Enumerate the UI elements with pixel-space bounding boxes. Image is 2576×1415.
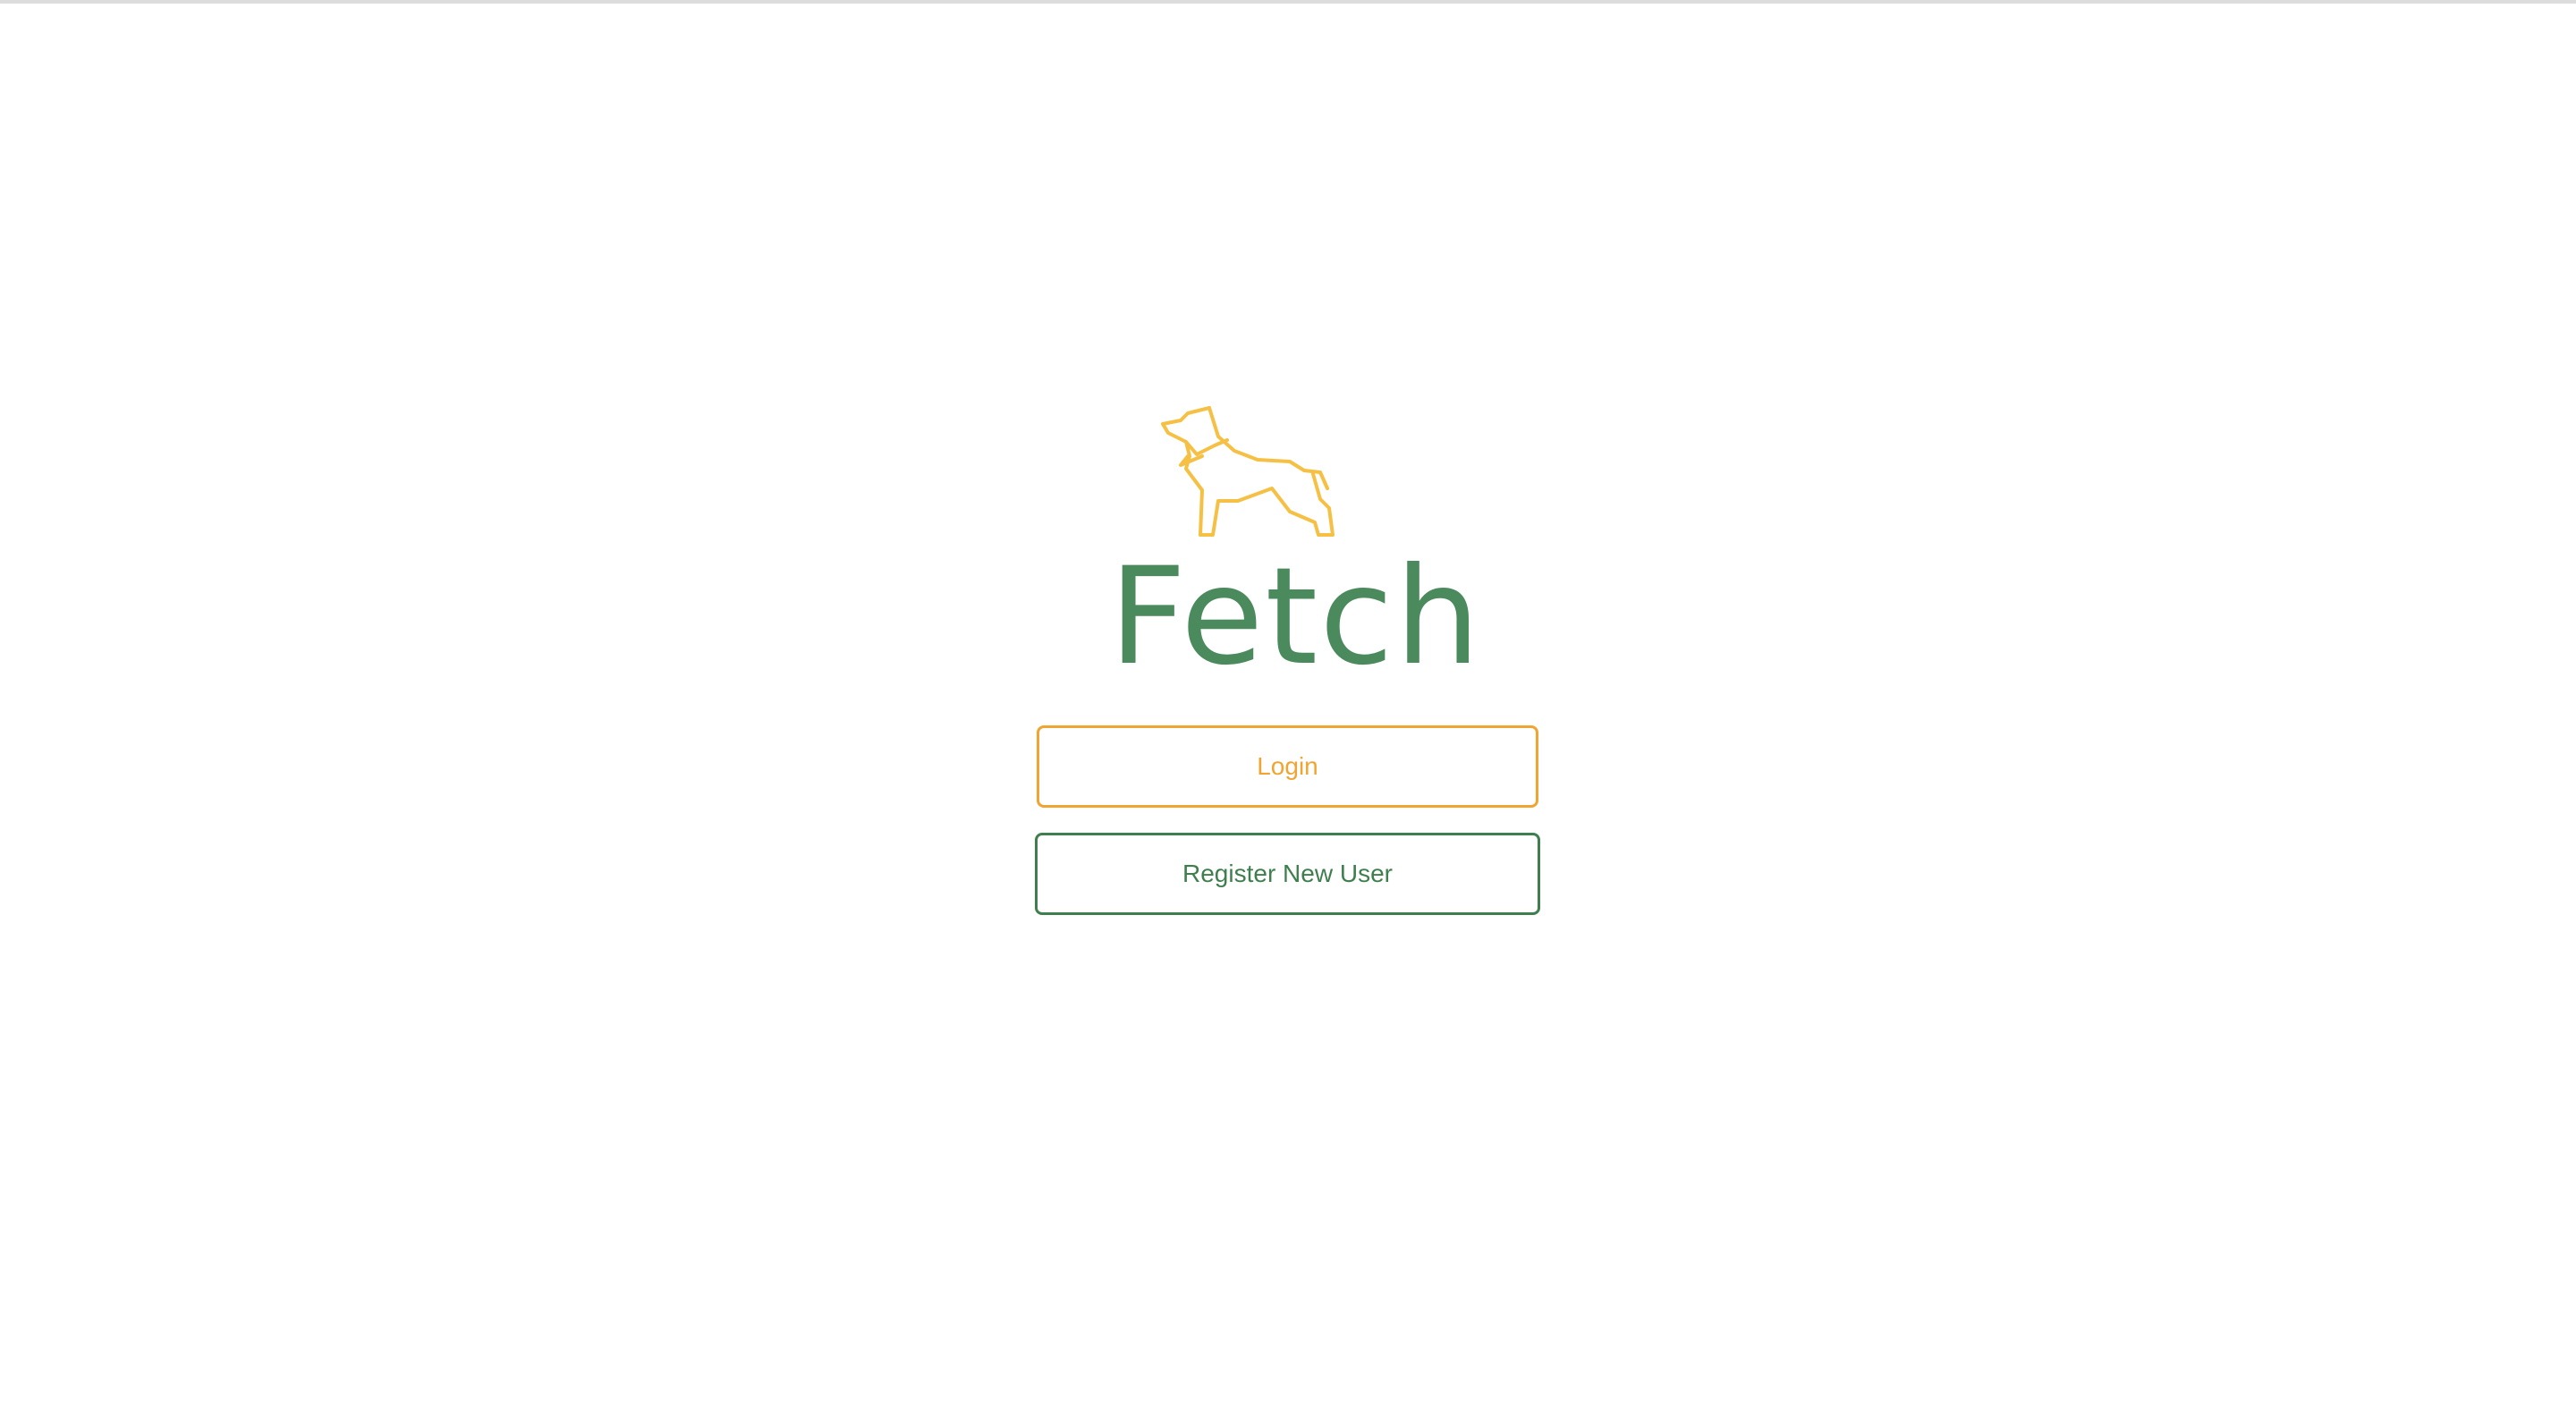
app-title: Fetch <box>1109 539 1482 695</box>
top-divider <box>0 0 2576 4</box>
login-button[interactable]: Login <box>1037 725 1538 808</box>
register-new-user-button[interactable]: Register New User <box>1035 833 1540 915</box>
